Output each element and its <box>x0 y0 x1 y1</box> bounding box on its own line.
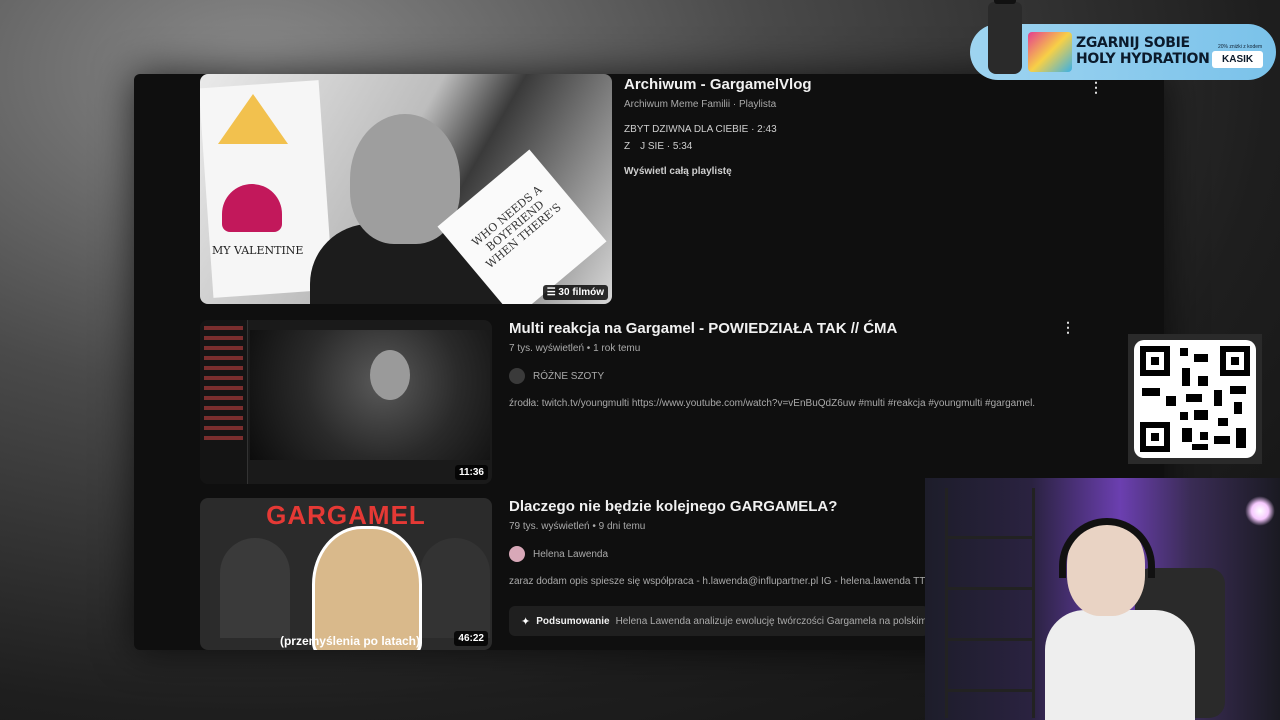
video-description: źrodła: twitch.tv/youngmulti https://www… <box>509 398 1036 409</box>
view-full-playlist-link[interactable]: Wyświetl całą playlistę <box>624 166 812 177</box>
playlist-item[interactable]: Z J SIE · 5:34 <box>624 141 812 152</box>
playlist-item[interactable]: ZBYT DZIWNA DLA CIEBIE · 2:43 <box>624 124 812 135</box>
summary-text: Helena Lawenda analizuje ewolucję twórcz… <box>615 615 929 627</box>
channel-name[interactable]: RÓŻNE SZOTY <box>533 371 604 382</box>
ad-fine-print: 20% zniżki z kodem <box>1218 44 1263 50</box>
video-meta: 7 tys. wyświetleń • 1 rok temu <box>509 343 641 354</box>
playlist-count-badge: ☰ 30 filmów <box>542 285 608 300</box>
more-options-icon[interactable]: ⋮ <box>1061 320 1075 334</box>
shaker-bottle-icon <box>988 0 1022 74</box>
ad-headline-line: HOLY HYDRATION <box>1076 51 1210 67</box>
valentine-text: MY VALENTINE <box>212 244 304 257</box>
playlist-meta[interactable]: Archiwum Meme Familii · Playlista <box>624 99 812 110</box>
sponsor-banner: ZGARNIJ SOBIE HOLY HYDRATION 20% zniżki … <box>970 0 1276 80</box>
playlist-title[interactable]: Archiwum - GargamelVlog <box>624 76 812 93</box>
video-meta: 79 tys. wyświetleń • 9 dni temu <box>509 521 646 532</box>
channel-avatar[interactable] <box>509 368 525 384</box>
qr-code-icon <box>1134 340 1256 458</box>
shelf <box>945 488 1035 718</box>
qr-code <box>1128 334 1262 464</box>
video-title[interactable]: Multi reakcja na Gargamel - POWIEDZIAŁA … <box>509 320 1035 337</box>
chat-overlay <box>200 320 248 484</box>
video-thumbnail[interactable]: 11:36 <box>200 320 492 484</box>
headphones-icon <box>1059 518 1155 578</box>
channel-row[interactable]: RÓŻNE SZOTY <box>509 368 1035 384</box>
streamer-shirt <box>1045 610 1195 720</box>
product-pack-icon <box>1028 32 1072 72</box>
ad-headline-line: ZGARNIJ SOBIE <box>1076 35 1190 51</box>
thumbnail-title: GARGAMEL <box>266 500 426 530</box>
channel-avatar[interactable] <box>509 546 525 562</box>
playlist-info: Archiwum - GargamelVlog Archiwum Meme Fa… <box>624 76 812 177</box>
video-info: Dlaczego nie będzie kolejnego GARGAMELA?… <box>509 498 936 587</box>
person-head <box>370 350 410 400</box>
channel-row[interactable]: Helena Lawenda <box>509 546 936 562</box>
person-center <box>312 526 422 650</box>
video-thumbnail[interactable]: GARGAMEL (przemyślenia po latach) 46:22 <box>200 498 492 650</box>
video-description: zaraz dodam opis spiesze się współpraca … <box>509 576 937 587</box>
channel-name[interactable]: Helena Lawenda <box>533 549 608 560</box>
summary-label: Podsumowanie <box>536 615 610 627</box>
video-duration: 11:36 <box>454 465 488 480</box>
playlist-thumbnail[interactable]: MY VALENTINE WHO NEEDS A BOYFRIEND WHEN … <box>200 74 612 304</box>
person-right <box>420 538 490 638</box>
video-title[interactable]: Dlaczego nie będzie kolejnego GARGAMELA? <box>509 498 936 515</box>
sparkle-icon: ✦ <box>521 615 531 628</box>
ad-headline: ZGARNIJ SOBIE HOLY HYDRATION <box>1076 35 1210 67</box>
thumbnail-caption: (przemyślenia po latach) <box>279 634 421 648</box>
video-info: Multi reakcja na Gargamel - POWIEDZIAŁA … <box>509 320 1035 409</box>
person-left <box>220 538 290 638</box>
video-duration: 46:22 <box>454 631 488 646</box>
promo-code: KASIK <box>1212 51 1264 68</box>
stream-frame <box>250 330 490 460</box>
ai-summary-chip[interactable]: ✦ Podsumowanie Helena Lawenda analizuje … <box>509 606 929 636</box>
webcam-overlay <box>925 478 1280 720</box>
lamp <box>1245 496 1275 526</box>
more-options-icon[interactable]: ⋮ <box>1089 80 1103 94</box>
